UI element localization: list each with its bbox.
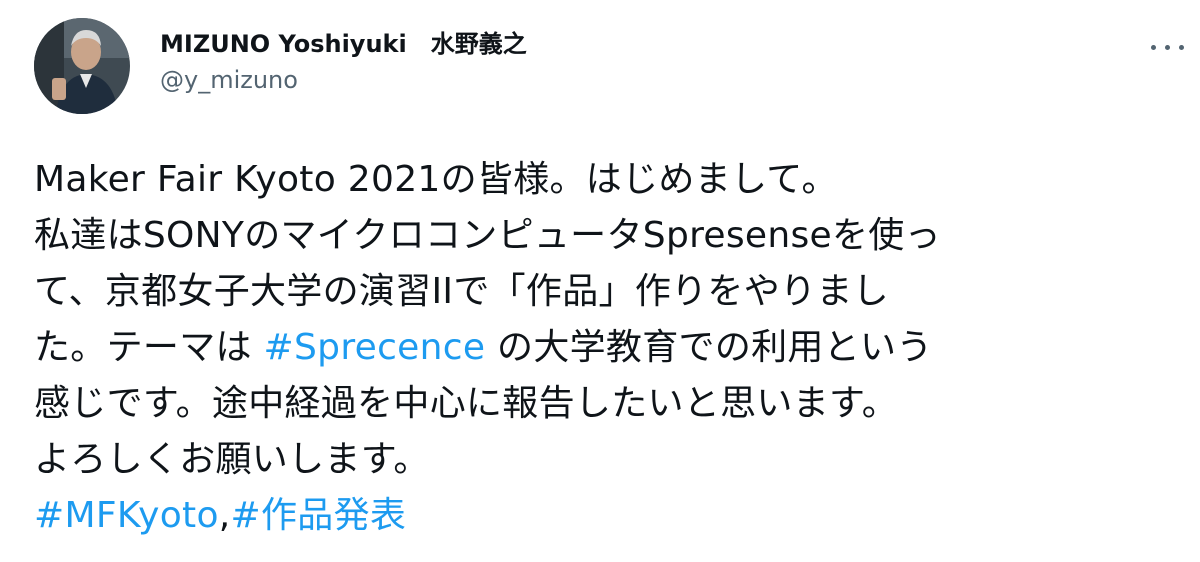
tweet-text-line: 私達はSONYのマイクロコンピュータSpresenseを使っ [34, 215, 941, 256]
author-handle[interactable]: @y_mizuno [160, 64, 527, 96]
tweet-hashtags-line: #MFKyoto,#作品発表 [34, 488, 1184, 544]
tweet-text-segment: の大学教育での利用という [485, 327, 933, 368]
more-options-icon-dot [1165, 45, 1170, 50]
tweet-text-line: 感じです。途中経過を中心に報告したいと思います。 [34, 383, 898, 424]
hashtag-link-sakuhin[interactable]: #作品発表 [231, 495, 407, 536]
tweet-text-line: よろしくお願いします。 [34, 439, 430, 480]
tweet-text: Maker Fair Kyoto 2021の皆様。はじめまして。 私達はSONY… [34, 152, 1184, 544]
tweet-text-segment: た。テーマは [34, 327, 264, 368]
tweet-card: MIZUNO Yoshiyuki 水野義之 @y_mizuno Maker Fa… [0, 0, 1200, 562]
avatar[interactable] [34, 18, 130, 114]
more-options-button[interactable] [1148, 36, 1188, 60]
tweet-author: MIZUNO Yoshiyuki 水野義之 @y_mizuno [160, 28, 527, 96]
tweet-text-line: た。テーマは #Sprecence の大学教育での利用という [34, 320, 1184, 376]
tweet-text-line: Maker Fair Kyoto 2021の皆様。はじめまして。 [34, 159, 838, 200]
hashtag-separator: , [218, 495, 231, 536]
more-options-icon [1151, 45, 1156, 50]
hashtag-link-mfkyoto[interactable]: #MFKyoto [34, 495, 219, 536]
author-display-name[interactable]: MIZUNO Yoshiyuki 水野義之 [160, 28, 527, 60]
more-options-icon-dot [1179, 45, 1184, 50]
hashtag-link-sprecence[interactable]: #Sprecence [264, 327, 486, 368]
tweet-text-line: て、京都女子大学の演習IIで「作品」作りをやりまし [34, 271, 889, 312]
profile-photo-icon [34, 18, 130, 114]
